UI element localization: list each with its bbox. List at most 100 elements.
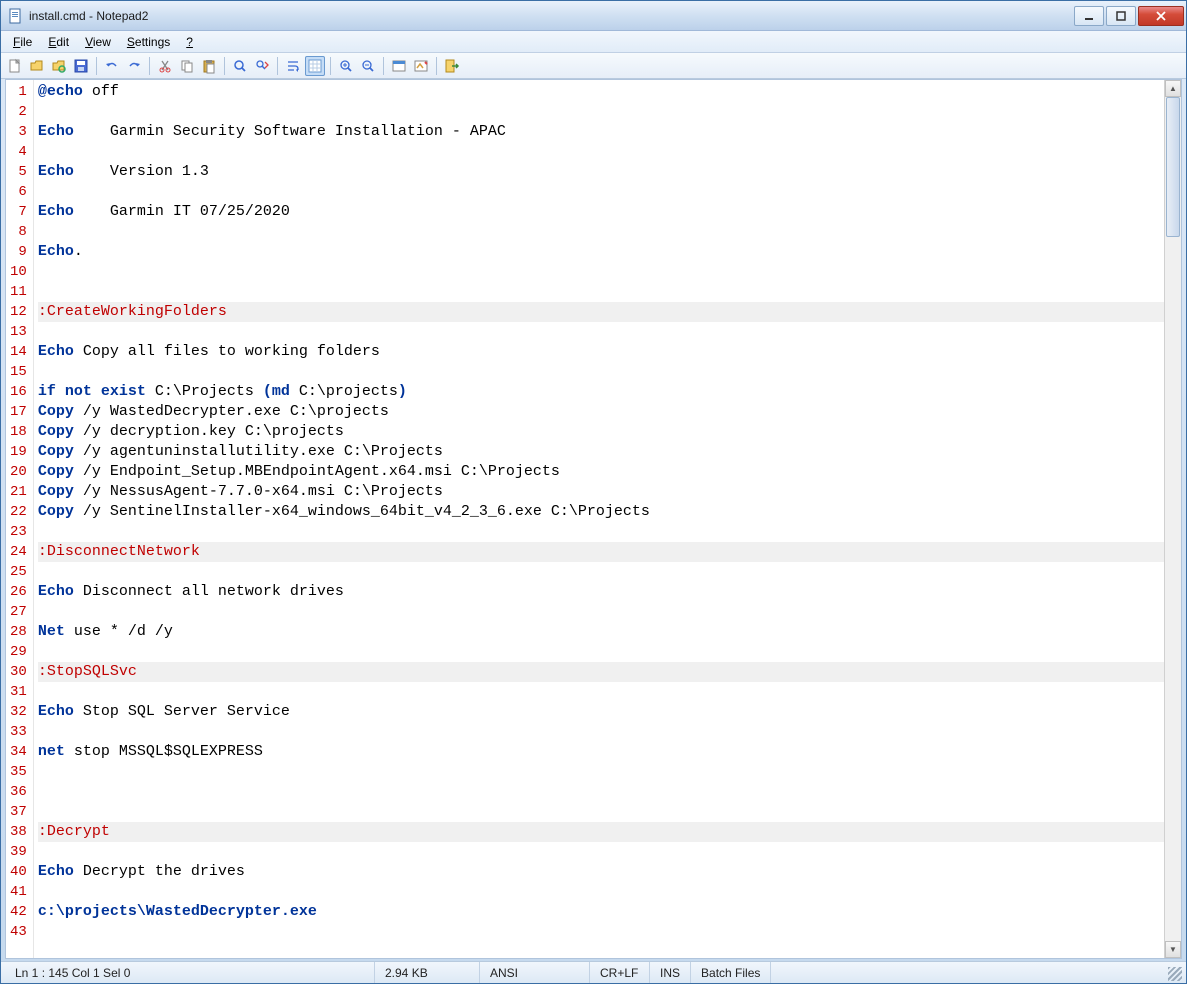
- status-eol[interactable]: CR+LF: [590, 962, 650, 983]
- menu-help[interactable]: ?: [178, 33, 201, 51]
- line-number: 37: [10, 802, 27, 822]
- replace-icon[interactable]: [252, 56, 272, 76]
- code-line[interactable]: [38, 222, 1177, 242]
- code-line[interactable]: Echo Version 1.3: [38, 162, 1177, 182]
- new-file-icon[interactable]: [5, 56, 25, 76]
- line-number: 3: [10, 122, 27, 142]
- scheme-icon[interactable]: [389, 56, 409, 76]
- code-line[interactable]: Net use * /d /y: [38, 622, 1177, 642]
- code-line[interactable]: :StopSQLSvc: [38, 662, 1177, 682]
- code-line[interactable]: [38, 102, 1177, 122]
- undo-icon[interactable]: [102, 56, 122, 76]
- browse-icon[interactable]: [49, 56, 69, 76]
- menu-settings[interactable]: Settings: [119, 33, 178, 51]
- menu-view[interactable]: View: [77, 33, 119, 51]
- code-line[interactable]: [38, 522, 1177, 542]
- find-icon[interactable]: [230, 56, 250, 76]
- code-line[interactable]: Copy /y NessusAgent-7.7.0-x64.msi C:\Pro…: [38, 482, 1177, 502]
- code-line[interactable]: Copy /y agentuninstallutility.exe C:\Pro…: [38, 442, 1177, 462]
- vertical-scrollbar[interactable]: ▲ ▼: [1164, 80, 1181, 958]
- code-line[interactable]: [38, 182, 1177, 202]
- code-line[interactable]: [38, 782, 1177, 802]
- code-area[interactable]: @echo off Echo Garmin Security Software …: [34, 80, 1181, 958]
- line-number: 5: [10, 162, 27, 182]
- line-number: 9: [10, 242, 27, 262]
- exit-icon[interactable]: [442, 56, 462, 76]
- customize-icon[interactable]: [411, 56, 431, 76]
- toolbar-separator: [436, 57, 437, 75]
- scroll-up-button[interactable]: ▲: [1165, 80, 1181, 97]
- code-line[interactable]: [38, 142, 1177, 162]
- code-line[interactable]: [38, 282, 1177, 302]
- code-line[interactable]: Echo Stop SQL Server Service: [38, 702, 1177, 722]
- toolbar-separator: [149, 57, 150, 75]
- paste-icon[interactable]: [199, 56, 219, 76]
- code-line[interactable]: [38, 722, 1177, 742]
- line-number: 32: [10, 702, 27, 722]
- code-line[interactable]: :DisconnectNetwork: [38, 542, 1177, 562]
- code-line[interactable]: net stop MSSQL$SQLEXPRESS: [38, 742, 1177, 762]
- line-number: 14: [10, 342, 27, 362]
- code-line[interactable]: [38, 882, 1177, 902]
- zoom-out-icon[interactable]: [358, 56, 378, 76]
- line-number: 41: [10, 882, 27, 902]
- editor[interactable]: 1234567891011121314151617181920212223242…: [5, 79, 1182, 959]
- code-line[interactable]: Copy /y SentinelInstaller-x64_windows_64…: [38, 502, 1177, 522]
- line-number: 29: [10, 642, 27, 662]
- line-number: 22: [10, 502, 27, 522]
- status-position: Ln 1 : 145 Col 1 Sel 0: [5, 962, 375, 983]
- line-number: 8: [10, 222, 27, 242]
- code-line[interactable]: [38, 842, 1177, 862]
- app-window: install.cmd - Notepad2 File Edit View Se…: [0, 0, 1187, 984]
- line-number: 33: [10, 722, 27, 742]
- code-line[interactable]: [38, 642, 1177, 662]
- code-line[interactable]: if not exist C:\Projects (md C:\projects…: [38, 382, 1177, 402]
- redo-icon[interactable]: [124, 56, 144, 76]
- cut-icon[interactable]: [155, 56, 175, 76]
- code-line[interactable]: Copy /y Endpoint_Setup.MBEndpointAgent.x…: [38, 462, 1177, 482]
- code-line[interactable]: [38, 682, 1177, 702]
- code-line[interactable]: @echo off: [38, 82, 1177, 102]
- code-line[interactable]: [38, 322, 1177, 342]
- scroll-track[interactable]: [1165, 97, 1181, 941]
- close-button[interactable]: [1138, 6, 1184, 26]
- maximize-button[interactable]: [1106, 6, 1136, 26]
- line-number: 2: [10, 102, 27, 122]
- copy-icon[interactable]: [177, 56, 197, 76]
- code-line[interactable]: Echo Copy all files to working folders: [38, 342, 1177, 362]
- code-line[interactable]: Echo Decrypt the drives: [38, 862, 1177, 882]
- code-line[interactable]: :CreateWorkingFolders: [38, 302, 1177, 322]
- toolbar-separator: [224, 57, 225, 75]
- code-line[interactable]: [38, 362, 1177, 382]
- status-lexer[interactable]: Batch Files: [691, 962, 771, 983]
- code-line[interactable]: Echo.: [38, 242, 1177, 262]
- open-file-icon[interactable]: [27, 56, 47, 76]
- code-line[interactable]: Copy /y decryption.key C:\projects: [38, 422, 1177, 442]
- code-line[interactable]: [38, 262, 1177, 282]
- menu-file[interactable]: File: [5, 33, 40, 51]
- zoom-in-icon[interactable]: [336, 56, 356, 76]
- code-line[interactable]: [38, 802, 1177, 822]
- code-line[interactable]: [38, 602, 1177, 622]
- status-encoding[interactable]: ANSI: [480, 962, 590, 983]
- menu-edit[interactable]: Edit: [40, 33, 77, 51]
- code-line[interactable]: :Decrypt: [38, 822, 1177, 842]
- save-icon[interactable]: [71, 56, 91, 76]
- minimize-button[interactable]: [1074, 6, 1104, 26]
- code-line[interactable]: Echo Garmin Security Software Installati…: [38, 122, 1177, 142]
- status-insert-mode[interactable]: INS: [650, 962, 691, 983]
- code-line[interactable]: [38, 922, 1177, 942]
- code-line[interactable]: [38, 562, 1177, 582]
- code-line[interactable]: [38, 762, 1177, 782]
- wordwrap-icon[interactable]: [283, 56, 303, 76]
- scroll-thumb[interactable]: [1166, 97, 1180, 237]
- code-line[interactable]: Echo Disconnect all network drives: [38, 582, 1177, 602]
- code-line[interactable]: c:\projects\WastedDecrypter.exe: [38, 902, 1177, 922]
- titlebar[interactable]: install.cmd - Notepad2: [1, 1, 1186, 31]
- scroll-down-button[interactable]: ▼: [1165, 941, 1181, 958]
- guides-icon[interactable]: [305, 56, 325, 76]
- resize-grip-icon[interactable]: [1168, 967, 1182, 981]
- code-line[interactable]: Echo Garmin IT 07/25/2020: [38, 202, 1177, 222]
- line-number: 16: [10, 382, 27, 402]
- code-line[interactable]: Copy /y WastedDecrypter.exe C:\projects: [38, 402, 1177, 422]
